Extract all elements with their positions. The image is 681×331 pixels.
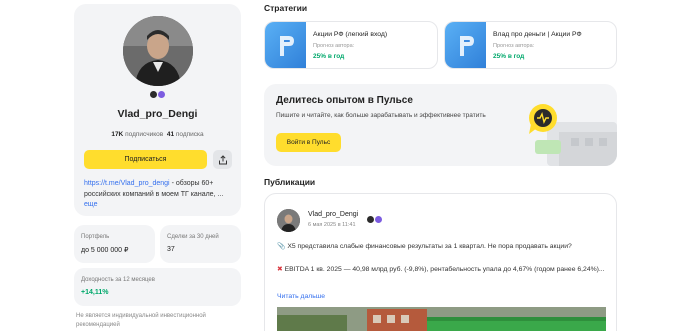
post-date: 6 мая 2025 в 11:41 xyxy=(308,222,356,228)
strategy-logo-icon xyxy=(279,36,294,56)
publications-title: Публикации xyxy=(264,177,316,187)
promo-text: Пишите и читайте, как больше зарабатыват… xyxy=(276,112,486,119)
portfolio-box: Портфель до 5 000 000 ₽ xyxy=(74,225,155,263)
post-image[interactable] xyxy=(277,307,606,331)
strategy-card[interactable]: Акции РФ (легкий вход) Прогноз автора: 2… xyxy=(264,21,438,69)
yield-box: Доходность за 12 месяцев +14,11% xyxy=(74,268,241,306)
premium-icon xyxy=(374,216,382,224)
strategy-forecast-value: 25% в год xyxy=(313,53,345,60)
cross-mark-icon: ✖ xyxy=(277,266,283,273)
post-author-name[interactable]: Vlad_pro_Dengi xyxy=(308,211,358,218)
bio-more-link[interactable]: еще xyxy=(84,200,236,211)
bio-link[interactable]: https://t.me/Vlad_pro_dengi xyxy=(84,180,170,187)
promo-title: Делитесь опытом в Пульсе xyxy=(276,95,413,106)
strategy-thumbnail xyxy=(265,22,306,68)
profile-name: Vlad_pro_Dengi xyxy=(117,108,198,120)
profile-stats: 17K подписчиков 41 подписка xyxy=(74,131,241,138)
subscribers-count[interactable]: 17K xyxy=(111,131,123,138)
strategy-card[interactable]: Влад про деньги | Акции РФ Прогноз автор… xyxy=(444,21,617,69)
pulse-illustration-icon xyxy=(529,104,617,166)
paperclip-icon: 📎 xyxy=(277,243,286,250)
profile-card: Vlad_pro_Dengi 17K подписчиков 41 подпис… xyxy=(74,4,241,216)
yield-value: +14,11% xyxy=(81,289,109,296)
strategy-thumbnail xyxy=(445,22,486,68)
strategy-logo-icon xyxy=(459,36,474,56)
strategy-forecast-label: Прогноз автора: xyxy=(493,43,535,49)
share-button[interactable] xyxy=(213,150,232,169)
profile-badges xyxy=(74,91,241,98)
pulse-promo-banner: Делитесь опытом в Пульсе Пишите и читайт… xyxy=(264,84,617,166)
post-card: Vlad_pro_Dengi 6 мая 2025 в 11:41 📎 Х5 п… xyxy=(264,193,617,331)
deals-value: 37 xyxy=(167,246,175,253)
subscribers-label[interactable]: подписчиков xyxy=(125,131,163,138)
strategy-name: Акции РФ (легкий вход) xyxy=(313,31,388,38)
post-headline: Х5 представила слабые финансовые результ… xyxy=(287,243,572,250)
post-body: EBITDA 1 кв. 2025 — 40,98 млрд руб. (-9,… xyxy=(284,266,605,273)
portfolio-label: Портфель xyxy=(81,234,110,240)
post-text-line: 📎 Х5 представила слабые финансовые резул… xyxy=(277,242,572,250)
share-icon xyxy=(218,154,227,164)
verified-icon xyxy=(150,91,157,98)
post-text-paragraph: ✖ EBITDA 1 кв. 2025 — 40,98 млрд руб. (-… xyxy=(277,265,607,276)
portfolio-value: до 5 000 000 ₽ xyxy=(81,247,129,254)
following-count[interactable]: 41 xyxy=(167,131,174,138)
following-label[interactable]: подписка xyxy=(176,131,204,138)
read-more-link[interactable]: Читать дальше xyxy=(277,293,325,300)
verified-icon xyxy=(366,216,374,224)
deals-label: Сделки за 30 дней xyxy=(167,234,219,240)
enter-pulse-button[interactable]: Войти в Пульс xyxy=(276,133,341,152)
post-author-badges xyxy=(366,211,382,229)
subscribe-button[interactable]: Подписаться xyxy=(84,150,207,169)
deals-box: Сделки за 30 дней 37 xyxy=(160,225,241,263)
strategy-forecast-label: Прогноз автора: xyxy=(313,43,355,49)
strategy-name: Влад про деньги | Акции РФ xyxy=(493,31,582,38)
yield-label: Доходность за 12 месяцев xyxy=(81,277,155,283)
avatar[interactable] xyxy=(123,16,193,86)
post-author-avatar[interactable] xyxy=(277,209,300,232)
strategies-title: Стратегии xyxy=(264,3,308,13)
disclaimer: Не является индивидуальной инвестиционно… xyxy=(76,313,206,328)
strategy-forecast-value: 25% в год xyxy=(493,53,525,60)
profile-bio: https://t.me/Vlad_pro_dengi - обзоры 60+… xyxy=(84,179,236,211)
premium-icon xyxy=(158,91,165,98)
